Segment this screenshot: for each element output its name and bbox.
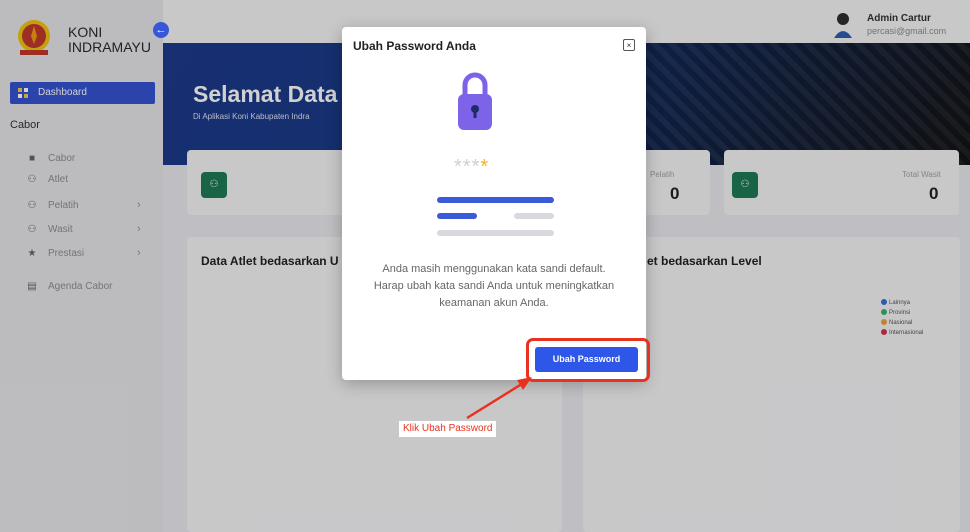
progress-bar-grey-long — [437, 230, 554, 236]
modal-message-line: keamanan akun Anda. — [439, 297, 549, 309]
lock-icon — [458, 72, 492, 130]
ubah-password-button[interactable]: Ubah Password — [535, 347, 638, 372]
password-stars: **** — [454, 156, 489, 179]
progress-bar — [437, 197, 554, 203]
sidebar-collapse-button[interactable]: ← — [153, 22, 169, 38]
modal-title: Ubah Password Anda — [353, 39, 476, 53]
arrow-left-icon: ← — [155, 24, 167, 36]
modal-message-line: Anda masih menggunakan kata sandi defaul… — [382, 263, 606, 275]
password-stars-grey: *** — [454, 156, 481, 178]
annotation-label: Klik Ubah Password — [398, 420, 498, 438]
change-password-modal: Ubah Password Anda × **** Anda masih men… — [342, 27, 650, 382]
modal-message: Anda masih menggunakan kata sandi defaul… — [342, 261, 646, 312]
progress-bar-grey — [514, 213, 554, 219]
password-star-highlight: * — [480, 156, 490, 178]
modal-message-line: Harap ubah kata sandi Anda untuk meningk… — [373, 280, 615, 292]
progress-bar-short — [437, 213, 477, 219]
close-button[interactable]: × — [623, 39, 635, 51]
